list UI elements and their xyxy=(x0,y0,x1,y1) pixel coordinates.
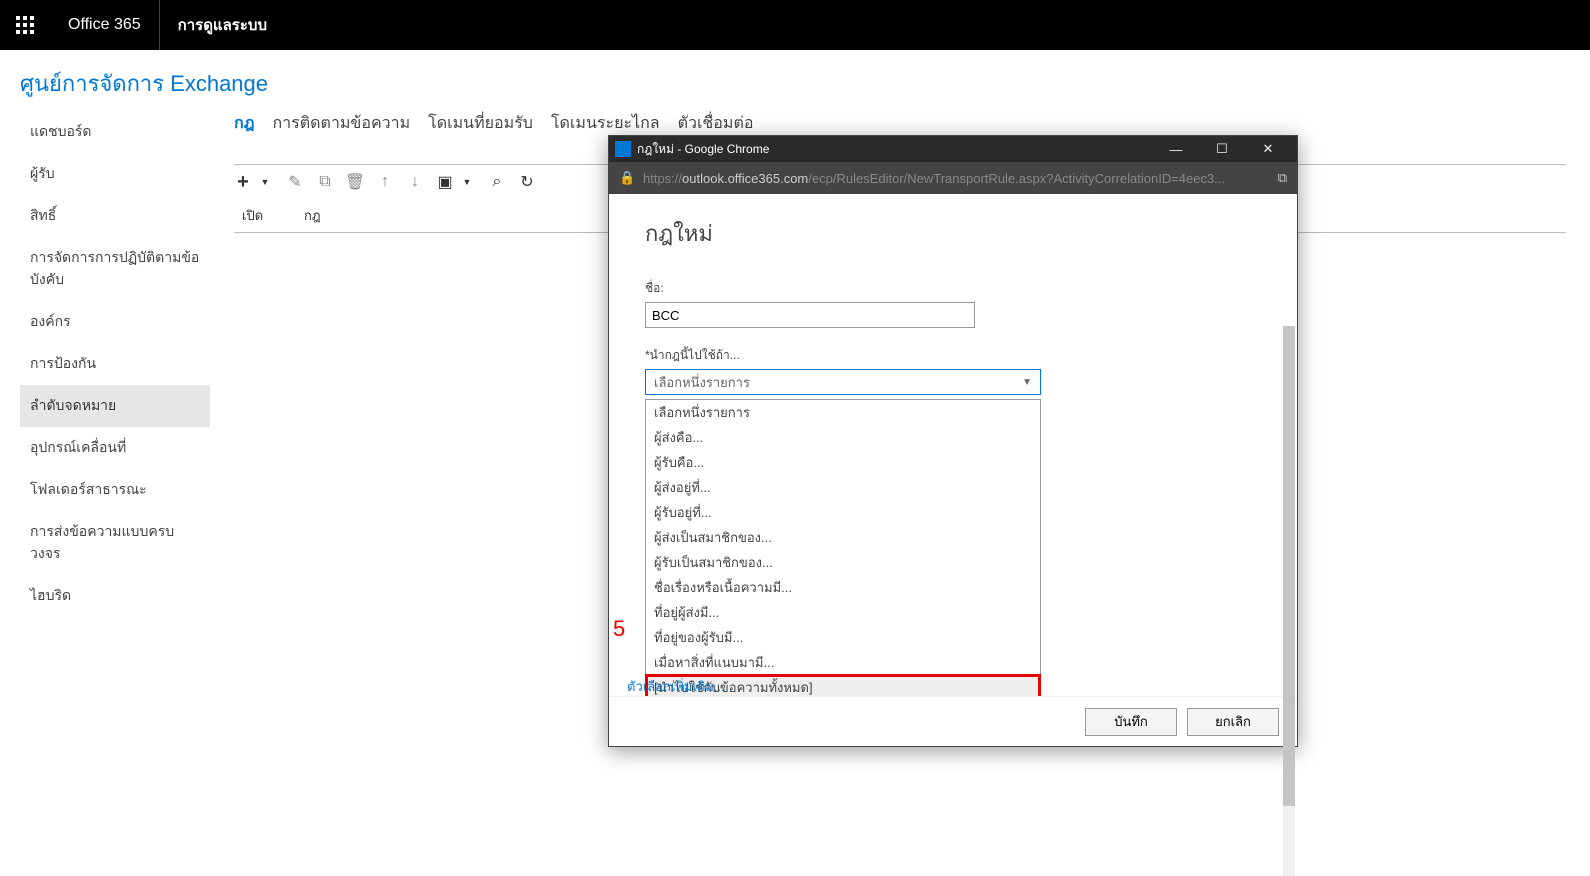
brand-label[interactable]: Office 365 xyxy=(50,0,160,50)
apply-if-label: *นำกฎนี้ไปใช้ถ้า... xyxy=(645,346,1275,365)
refresh-icon[interactable]: ↻ xyxy=(518,173,536,191)
new-rule-dialog: กฎใหม่ - Google Chrome — ☐ ✕ 🔒 https://o… xyxy=(608,135,1298,747)
tab[interactable]: การติดตามข้อความ xyxy=(272,111,410,136)
close-icon[interactable]: ✕ xyxy=(1245,136,1291,162)
dropdown-item[interactable]: ผู้รับเป็นสมาชิกของ... xyxy=(646,550,1040,575)
sidebar-item[interactable]: องค์กร xyxy=(20,301,210,343)
tab[interactable]: โดเมนที่ยอมรับ xyxy=(428,111,533,136)
tab[interactable]: กฎ xyxy=(234,111,254,136)
url-text[interactable]: https://outlook.office365.com/ecp/RulesE… xyxy=(643,171,1270,186)
sidebar-item[interactable]: ลำดับจดหมาย xyxy=(20,385,210,427)
delete-icon[interactable]: 🗑 xyxy=(346,173,364,191)
top-navbar: Office 365 การดูแลระบบ xyxy=(0,0,1590,50)
sidebar-item[interactable]: อุปกรณ์เคลื่อนที่ xyxy=(20,427,210,469)
dropdown-item[interactable]: ผู้ส่งเป็นสมาชิกของ... xyxy=(646,525,1040,550)
dialog-app-icon xyxy=(615,141,631,157)
app-launcher-button[interactable] xyxy=(0,0,50,50)
sidebar-item[interactable]: การป้องกัน xyxy=(20,343,210,385)
sidebar-item[interactable]: โฟลเดอร์สาธารณะ xyxy=(20,469,210,511)
sidebar-item[interactable]: สิทธิ์ xyxy=(20,195,210,237)
dialog-window-title: กฎใหม่ - Google Chrome xyxy=(637,140,1153,159)
export-dropdown-icon[interactable]: ▼ xyxy=(458,173,476,191)
sidebar-item[interactable]: ไฮบริด xyxy=(20,575,210,617)
dropdown-item[interactable]: ที่อยู่ผู้ส่งมี... xyxy=(646,600,1040,625)
rule-name-input[interactable] xyxy=(645,302,975,328)
dialog-footer: บันทึก ยกเลิก xyxy=(609,696,1297,746)
copy-icon[interactable]: ⧉ xyxy=(316,173,334,191)
maximize-icon[interactable]: ☐ xyxy=(1199,136,1245,162)
dropdown-item[interactable]: ผู้รับอยู่ที่... xyxy=(646,500,1040,525)
add-dropdown-icon[interactable]: ▼ xyxy=(256,173,274,191)
copy-url-icon[interactable]: ⧉ xyxy=(1278,170,1287,186)
condition-select[interactable]: เลือกหนึ่งรายการ ▼ xyxy=(645,369,1041,395)
dropdown-item[interactable]: เมื่อหาสิ่งที่แนบมามี... xyxy=(646,650,1040,675)
search-icon[interactable]: ⌕ xyxy=(488,173,506,191)
add-button[interactable]: + xyxy=(234,173,252,191)
move-up-icon[interactable]: ↑ xyxy=(376,173,394,191)
dropdown-item[interactable]: ผู้ส่งอยู่ที่... xyxy=(646,475,1040,500)
tab[interactable]: โดเมนระยะไกล xyxy=(551,111,660,136)
condition-dropdown: เลือกหนึ่งรายการผู้ส่งคือ...ผู้รับคือ...… xyxy=(645,399,1041,696)
dialog-heading: กฎใหม่ xyxy=(645,216,1275,251)
annotation-marker: 5 xyxy=(613,616,625,642)
dialog-scrollbar[interactable] xyxy=(1283,326,1295,876)
sidebar: แดชบอร์ดผู้รับสิทธิ์การจัดการการปฏิบัติต… xyxy=(0,111,210,617)
dropdown-item[interactable]: ชื่อเรื่องหรือเนื้อความมี... xyxy=(646,575,1040,600)
sidebar-item[interactable]: ผู้รับ xyxy=(20,153,210,195)
move-down-icon[interactable]: ↓ xyxy=(406,173,424,191)
minimize-icon[interactable]: — xyxy=(1153,136,1199,162)
select-value: เลือกหนึ่งรายการ xyxy=(654,372,750,393)
tabs: กฎ การติดตามข้อความ โดเมนที่ยอมรับ โดเมนระย… xyxy=(234,111,1566,136)
dialog-address-bar: 🔒 https://outlook.office365.com/ecp/Rule… xyxy=(609,162,1297,194)
save-button[interactable]: บันทึก xyxy=(1085,708,1177,736)
more-options-link[interactable]: ตัวเลือกเพิ่มเติม... xyxy=(627,679,725,694)
lock-icon: 🔒 xyxy=(619,170,635,186)
export-button[interactable]: ▣ xyxy=(436,173,454,191)
dropdown-item[interactable]: ผู้รับคือ... xyxy=(646,450,1040,475)
edit-icon[interactable]: ✎ xyxy=(286,173,304,191)
column-on: เปิด xyxy=(234,205,304,226)
sidebar-item[interactable]: การจัดการการปฏิบัติตามข้อบังคับ xyxy=(20,237,210,301)
sidebar-item[interactable]: การส่งข้อความแบบครบวงจร xyxy=(20,511,210,575)
section-label[interactable]: การดูแลระบบ xyxy=(160,13,285,37)
cancel-button[interactable]: ยกเลิก xyxy=(1187,708,1279,736)
sidebar-item[interactable]: แดชบอร์ด xyxy=(20,111,210,153)
page-title: ศูนย์การจัดการ Exchange xyxy=(0,50,1590,111)
dropdown-item[interactable]: เลือกหนึ่งรายการ xyxy=(646,400,1040,425)
name-label: ชื่อ: xyxy=(645,279,1275,298)
tab[interactable]: ตัวเชื่อมต่อ xyxy=(678,111,754,136)
chevron-down-icon: ▼ xyxy=(1022,377,1032,388)
dropdown-item[interactable]: ผู้ส่งคือ... xyxy=(646,425,1040,450)
dropdown-item[interactable]: ที่อยู่ของผู้รับมี... xyxy=(646,625,1040,650)
dialog-titlebar: กฎใหม่ - Google Chrome — ☐ ✕ xyxy=(609,136,1297,162)
